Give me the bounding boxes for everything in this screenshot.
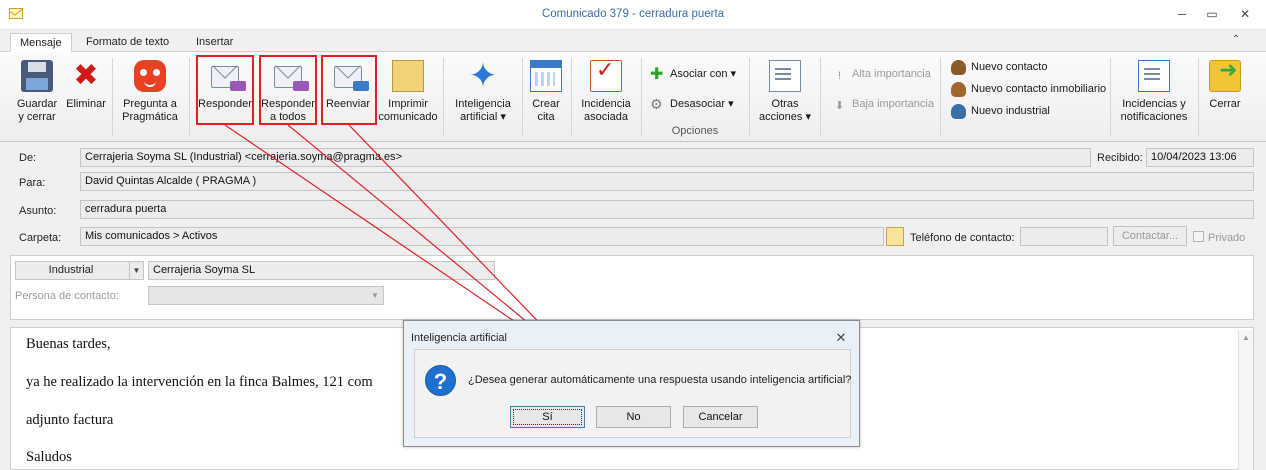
ribbon-separator <box>820 58 821 136</box>
dialog-message: ¿Desea generar automáticamente una respu… <box>468 374 852 386</box>
contactar-button[interactable]: Contactar... <box>1113 226 1187 246</box>
pregunta-a-pragmatica-button[interactable]: Pregunta a Pragmática <box>116 60 184 124</box>
carpeta-field: Mis comunicados > Activos <box>80 227 884 246</box>
document-list-icon <box>769 60 801 92</box>
notifications-check-icon <box>1138 60 1170 92</box>
question-icon: ? <box>425 365 456 396</box>
recibido-label: Recibido: <box>1097 152 1143 164</box>
ribbon-separator <box>189 58 190 136</box>
para-field: David Quintas Alcalde ( PRAGMA ) <box>80 172 1254 191</box>
de-field: Cerrajeria Soyma SL (Industrial) <cerraj… <box>80 148 1091 167</box>
ribbon: Guardar y cerrar ✖ Eliminar Pregunta a P… <box>0 52 1266 142</box>
dialog-content: ? ¿Desea generar automáticamente una res… <box>414 349 851 438</box>
ribbon-group-label: Opciones <box>671 125 719 137</box>
title-bar: Comunicado 379 - cerradura puerta ─ ▭ ✕ <box>0 0 1266 30</box>
ribbon-separator <box>1110 58 1111 136</box>
calendar-icon <box>530 60 562 92</box>
privado-label: Privado <box>1208 232 1246 244</box>
message-header-form: De: Cerrajeria Soyma SL (Industrial) <ce… <box>0 142 1266 325</box>
otras-acciones-button[interactable]: Otras acciones ▾ <box>754 60 816 124</box>
asunto-label: Asunto: <box>19 205 57 217</box>
incidencia-asociada-button[interactable]: Incidencia asociada <box>576 60 636 124</box>
clipboard-check-icon <box>590 60 622 92</box>
restore-button[interactable]: ▭ <box>1202 6 1222 22</box>
green-plus-icon: ✚ <box>650 65 664 83</box>
cerrar-button[interactable]: Cerrar <box>1203 60 1247 111</box>
ribbon-separator <box>522 58 523 136</box>
guardar-y-cerrar-button[interactable]: Guardar y cerrar <box>10 60 64 124</box>
incidencias-y-notificaciones-button[interactable]: Incidencias y notificaciones <box>1115 60 1193 124</box>
persona-de-contacto-dropdown[interactable] <box>148 286 384 305</box>
para-label: Para: <box>19 177 46 189</box>
telefono-field[interactable] <box>1020 227 1108 246</box>
asociar-con-button[interactable]: ✚ Asociar con ▾ <box>650 65 736 83</box>
body-line: adjunto factura <box>26 412 114 428</box>
alta-importancia-button[interactable]: ! Alta importancia <box>832 65 931 83</box>
nuevo-industrial-button[interactable]: Nuevo industrial <box>951 102 1050 120</box>
tab-mensaje[interactable]: Mensaje <box>10 33 72 52</box>
minimize-button[interactable]: ─ <box>1172 6 1192 22</box>
ribbon-separator <box>112 58 113 136</box>
inteligencia-artificial-button[interactable]: ✦ Inteligencia artificial ▾ <box>450 57 516 124</box>
folder-picker-icon[interactable] <box>886 227 904 246</box>
cancelar-button[interactable]: Cancelar <box>683 406 758 428</box>
down-arrow-icon: ⬇ <box>834 99 845 112</box>
tipo-dropdown[interactable]: Industrial ▼ <box>15 261 144 280</box>
industrial-person-icon <box>951 103 966 119</box>
recibido-field: 10/04/2023 13:06 <box>1146 148 1254 167</box>
collapse-ribbon-icon[interactable]: ⌃ <box>1229 34 1243 48</box>
desasociar-button[interactable]: ⚙ Desasociar ▾ <box>650 95 734 113</box>
scroll-up-icon[interactable]: ▲ <box>1242 333 1250 342</box>
responder-a-todos-highlight-box <box>259 55 317 125</box>
exclamation-icon: ! <box>837 69 842 82</box>
window-title: Comunicado 379 - cerradura puerta <box>541 8 725 20</box>
chevron-down-icon: ▼ <box>371 291 379 300</box>
exit-folder-icon <box>1209 60 1241 92</box>
dialog-title: Inteligencia artificial <box>411 332 507 344</box>
body-line: Buenas tardes, <box>26 336 111 352</box>
no-button[interactable]: No <box>596 406 671 428</box>
ribbon-separator <box>571 58 572 136</box>
close-window-button[interactable]: ✕ <box>1235 6 1255 22</box>
ribbon-separator <box>940 58 941 136</box>
nuevo-contacto-button[interactable]: Nuevo contacto <box>951 58 1047 76</box>
contact-person-icon <box>951 81 966 97</box>
chevron-down-icon: ▼ <box>129 262 143 279</box>
ai-dialog: Inteligencia artificial ✕ ? ¿Desea gener… <box>403 320 860 447</box>
ribbon-separator <box>443 58 444 136</box>
unlink-icon: ⚙ <box>650 95 663 112</box>
ai-sparkle-icon: ✦ <box>468 57 498 95</box>
baja-importancia-button[interactable]: ⬇ Baja importancia <box>832 95 934 113</box>
imprimir-comunicado-button[interactable]: Imprimir comunicado <box>378 60 438 124</box>
print-envelope-icon <box>392 60 424 92</box>
si-button[interactable]: Sí <box>510 406 585 428</box>
responder-highlight-box <box>196 55 254 125</box>
crear-cita-button[interactable]: Crear cita <box>526 60 566 124</box>
floppy-disk-icon <box>21 60 53 92</box>
vertical-scrollbar[interactable]: ▲ <box>1238 330 1253 470</box>
carpeta-label: Carpeta: <box>19 232 62 244</box>
de-label: De: <box>19 152 37 164</box>
ribbon-separator <box>1198 58 1199 136</box>
tab-formato-de-texto[interactable]: Formato de texto <box>77 33 178 52</box>
eliminar-button[interactable]: ✖ Eliminar <box>64 60 108 111</box>
privado-checkbox[interactable] <box>1193 231 1204 242</box>
nuevo-contacto-inmobiliario-button[interactable]: Nuevo contacto inmobiliario <box>951 80 1106 98</box>
persona-de-contacto-label: Persona de contacto: <box>15 290 119 302</box>
ribbon-tabs: Mensaje Formato de texto Insertar ⌃ <box>0 30 1266 52</box>
dialog-close-icon[interactable]: ✕ <box>834 331 848 345</box>
asunto-field: cerradura puerta <box>80 200 1254 219</box>
reenviar-highlight-box <box>321 55 377 125</box>
tipo-dropdown-value: Industrial <box>48 264 94 276</box>
tab-insertar[interactable]: Insertar <box>187 33 242 52</box>
body-line: Saludos <box>26 449 72 465</box>
contact-person-icon <box>951 59 966 75</box>
delete-x-icon: ✖ <box>73 59 99 92</box>
contact-panel: Industrial ▼ Cerrajeria Soyma SL Persona… <box>10 255 1254 320</box>
telefono-label: Teléfono de contacto: <box>910 232 1015 244</box>
body-line: ya he realizado la intervención en la fi… <box>26 374 373 390</box>
pragmatica-robot-icon <box>134 60 166 92</box>
empresa-field: Cerrajeria Soyma SL <box>148 261 495 280</box>
